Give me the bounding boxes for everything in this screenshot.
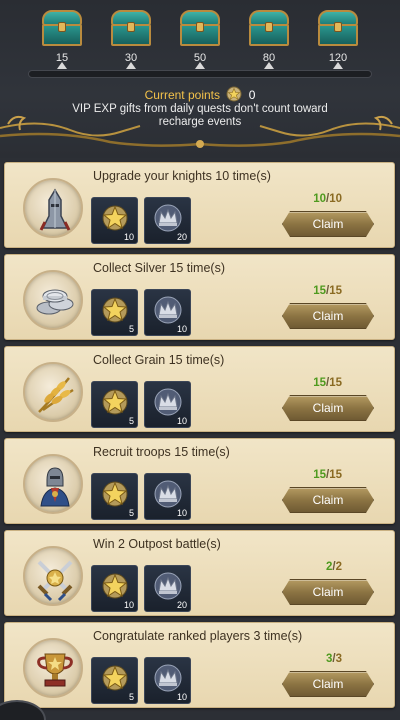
reward-activity-points[interactable]: 10 (144, 657, 191, 704)
reward-quantity: 10 (176, 692, 187, 702)
reward-vip-exp[interactable]: 5 (91, 381, 138, 428)
reward-vip-exp[interactable]: 10 (91, 565, 138, 612)
reward-quantity: 10 (176, 416, 187, 426)
reward-vip-exp[interactable]: 5 (91, 473, 138, 520)
task-title: Congratulate ranked players 3 time(s) (93, 629, 303, 643)
silver-crown-icon (154, 664, 182, 692)
vip-star-icon (102, 205, 128, 231)
claim-button[interactable]: Claim (282, 579, 374, 605)
claim-button[interactable]: Claim (282, 211, 374, 237)
silver-crown-icon (154, 204, 182, 232)
vip-notice-text: VIP EXP gifts from daily quests don't co… (72, 103, 328, 128)
reward-vip-exp[interactable]: 5 (91, 657, 138, 704)
reward-quantity: 10 (123, 600, 134, 610)
task-progress: 3/3 (325, 653, 342, 665)
milestone-marker (57, 62, 67, 69)
reward-quantity: 10 (176, 508, 187, 518)
task-title: Collect Silver 15 time(s) (93, 261, 225, 275)
milestone-chest-4[interactable]: 80 (247, 6, 291, 64)
vip-star-icon (102, 297, 128, 323)
task-title: Recruit troops 15 time(s) (93, 445, 230, 459)
reward-vip-exp[interactable]: 5 (91, 289, 138, 336)
milestone-chest-2[interactable]: 30 (109, 6, 153, 64)
vip-star-icon (102, 573, 128, 599)
silver-crown-icon (154, 572, 182, 600)
task-title: Win 2 Outpost battle(s) (93, 537, 221, 551)
milestone-marker (195, 62, 205, 69)
reward-activity-points[interactable]: 20 (144, 565, 191, 612)
crossed-swords-icon (23, 546, 83, 606)
vip-star-icon (226, 86, 242, 102)
points-progress-bar (28, 70, 372, 78)
task-progress: 2/2 (325, 561, 342, 573)
reward-quantity: 10 (176, 324, 187, 334)
reward-quantity: 20 (176, 600, 187, 610)
milestone-chests: 15 30 50 80 120 (0, 6, 400, 66)
claim-button[interactable]: Claim (282, 671, 374, 697)
reward-activity-points[interactable]: 10 (144, 289, 191, 336)
reward-quantity: 5 (128, 692, 134, 702)
task-title: Collect Grain 15 time(s) (93, 353, 225, 367)
reward-quantity: 5 (128, 416, 134, 426)
trophy-icon (23, 638, 83, 698)
current-points-label: Current points (144, 88, 220, 102)
task-card: Collect Silver 15 time(s) 5 10 15/15 Cla… (4, 254, 395, 340)
task-card: Recruit troops 15 time(s) 5 10 15/15 Cla… (4, 438, 395, 524)
reward-activity-points[interactable]: 10 (144, 473, 191, 520)
vip-star-icon (102, 665, 128, 691)
vip-star-icon (102, 389, 128, 415)
reward-vip-exp[interactable]: 10 (91, 197, 138, 244)
task-progress: 15/15 (313, 377, 342, 389)
milestone-chest-1[interactable]: 15 (40, 6, 84, 64)
chest-icon (249, 10, 289, 46)
reward-activity-points[interactable]: 20 (144, 197, 191, 244)
task-card: Upgrade your knights 10 time(s) 10 20 10… (4, 162, 395, 248)
reward-activity-points[interactable]: 10 (144, 381, 191, 428)
task-card: Congratulate ranked players 3 time(s) 5 … (4, 622, 395, 708)
reward-quantity: 5 (128, 508, 134, 518)
reward-quantity: 10 (123, 232, 134, 242)
silver-crown-icon (154, 296, 182, 324)
milestone-marker (264, 62, 274, 69)
current-points-value: 0 (248, 88, 256, 102)
soldier-icon (23, 454, 83, 514)
task-progress: 10/10 (313, 193, 342, 205)
task-card: Win 2 Outpost battle(s) 10 20 2/2 Claim (4, 530, 395, 616)
milestone-chest-5[interactable]: 120 (316, 6, 360, 64)
chest-icon (180, 10, 220, 46)
knight-helmet-icon (23, 178, 83, 238)
claim-button[interactable]: Claim (282, 303, 374, 329)
reward-quantity: 5 (128, 324, 134, 334)
chest-icon (111, 10, 151, 46)
task-title: Upgrade your knights 10 time(s) (93, 169, 271, 183)
vip-star-icon (102, 481, 128, 507)
task-progress: 15/15 (313, 285, 342, 297)
silver-crown-icon (154, 388, 182, 416)
milestone-marker (126, 62, 136, 69)
claim-button[interactable]: Claim (282, 395, 374, 421)
claim-button[interactable]: Claim (282, 487, 374, 513)
chest-icon (318, 10, 358, 46)
reward-quantity: 20 (176, 232, 187, 242)
task-progress: 15/15 (313, 469, 342, 481)
grain-icon (23, 362, 83, 422)
milestone-chest-3[interactable]: 50 (178, 6, 222, 64)
chest-icon (42, 10, 82, 46)
current-points-row: Current points 0 (0, 86, 400, 104)
task-card: Collect Grain 15 time(s) 5 10 15/15 Clai… (4, 346, 395, 432)
silver-coins-icon (23, 270, 83, 330)
silver-crown-icon (154, 480, 182, 508)
milestone-marker (333, 62, 343, 69)
header-panel: 15 30 50 80 120 Current points 0 VIP EXP… (0, 0, 400, 158)
